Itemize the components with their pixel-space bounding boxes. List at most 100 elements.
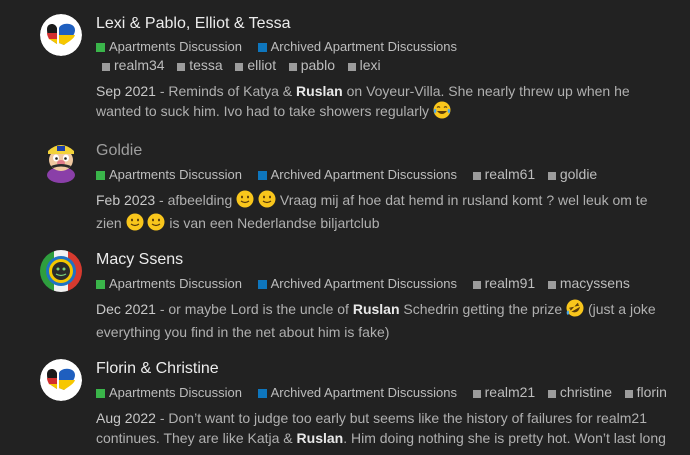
excerpt-text: Schedrin getting the prize xyxy=(399,301,567,317)
laughing-tears-emoji xyxy=(433,101,451,124)
tag-label: realm34 xyxy=(114,57,165,73)
tag-item[interactable]: elliot xyxy=(235,56,276,74)
topic-excerpt[interactable]: Feb 2023 - afbeelding Vraag mij af hoe d… xyxy=(96,190,666,236)
tag-item[interactable]: realm61 xyxy=(472,165,536,183)
post-date: Sep 2021 xyxy=(96,83,156,99)
slight-smile-emoji xyxy=(126,213,144,236)
topic-title[interactable]: Goldie xyxy=(96,141,676,161)
category-label: Apartments Discussion xyxy=(109,39,242,54)
excerpt-separator: - xyxy=(155,83,169,99)
tag-row: realm34 tessa elliot pablo lexi xyxy=(96,56,676,75)
post-date: Feb 2023 xyxy=(96,192,156,208)
category-color-square xyxy=(96,388,105,398)
tag-square xyxy=(347,62,356,71)
avatar[interactable] xyxy=(40,359,82,401)
category-color-square xyxy=(96,170,105,180)
category-color-square xyxy=(257,388,267,398)
category-badge-archived[interactable]: Archived Apartment Discussions xyxy=(257,38,457,56)
category-badge-archived[interactable]: Archived Apartment Discussions xyxy=(257,166,457,184)
topic-excerpt[interactable]: Aug 2022 - Don’t want to judge too early… xyxy=(96,408,666,448)
tag-label: pablo xyxy=(300,57,335,73)
german-ukrainian-flag-heart-icon xyxy=(40,14,82,56)
tag-item[interactable]: tessa xyxy=(177,56,223,74)
tag-square xyxy=(177,62,186,71)
tag-label: realm61 xyxy=(484,166,536,182)
tag-square xyxy=(547,171,556,180)
excerpt-highlight: Ruslan xyxy=(352,301,400,317)
avatar[interactable] xyxy=(40,250,82,292)
topic-title[interactable]: Lexi & Pablo, Elliot & Tessa xyxy=(96,14,676,34)
category-color-square xyxy=(257,42,267,52)
tag-label: lexi xyxy=(359,57,381,73)
excerpt-highlight: Ruslan xyxy=(296,83,343,99)
tag-square xyxy=(472,280,481,289)
tag-item[interactable]: christine xyxy=(547,383,612,401)
tag-square xyxy=(547,280,556,289)
category-badge-apartments[interactable]: Apartments Discussion xyxy=(96,275,242,293)
excerpt-text: Reminds of Katya & xyxy=(168,83,297,99)
tag-item[interactable]: realm34 xyxy=(102,56,165,74)
category-badge-apartments[interactable]: Apartments Discussion xyxy=(96,38,242,56)
category-label: Apartments Discussion xyxy=(109,276,242,291)
category-label: Archived Apartment Discussions xyxy=(270,385,457,400)
category-color-square xyxy=(96,42,105,52)
slight-smile-emoji xyxy=(147,213,165,236)
tag-item[interactable]: realm21 xyxy=(472,383,536,401)
category-badge-archived[interactable]: Archived Apartment Discussions xyxy=(257,275,457,293)
tag-square xyxy=(235,62,244,71)
topic-title[interactable]: Macy Ssens xyxy=(96,250,676,270)
post-date: Dec 2021 xyxy=(96,301,156,317)
category-label: Archived Apartment Discussions xyxy=(270,167,457,182)
excerpt-text: is van een Nederlandse biljartclub xyxy=(165,215,380,231)
tag-label: realm91 xyxy=(484,275,536,291)
excerpt-separator: - xyxy=(155,192,168,208)
topic-excerpt[interactable]: Dec 2021 - or maybe Lord is the uncle of… xyxy=(96,299,666,342)
category-color-square xyxy=(257,279,267,289)
category-row: Apartments Discussion Archived Apartment… xyxy=(96,165,676,184)
tag-item[interactable]: goldie xyxy=(547,165,598,183)
category-label: Apartments Discussion xyxy=(109,167,242,182)
tag-item[interactable]: pablo xyxy=(288,56,335,74)
tag-item[interactable]: florin xyxy=(624,383,667,401)
category-badge-apartments[interactable]: Apartments Discussion xyxy=(96,384,242,402)
topic-excerpt[interactable]: Sep 2021 - Reminds of Katya & Ruslan on … xyxy=(96,81,666,124)
tag-square xyxy=(472,171,481,180)
tag-square xyxy=(624,389,633,398)
category-label: Apartments Discussion xyxy=(109,385,242,400)
tag-square xyxy=(472,389,481,398)
category-row: Apartments Discussion Archived Apartment… xyxy=(96,38,676,56)
slight-smile-emoji xyxy=(258,190,276,213)
tag-label: goldie xyxy=(559,166,598,182)
post-date: Aug 2022 xyxy=(96,410,156,426)
tag-label: macyssens xyxy=(559,275,630,291)
excerpt-text: afbeelding xyxy=(167,192,237,208)
topic-feed: Lexi & Pablo, Elliot & Tessa Apartments … xyxy=(0,0,690,455)
tag-item[interactable]: realm91 xyxy=(472,274,536,292)
category-badge-archived[interactable]: Archived Apartment Discussions xyxy=(257,384,457,402)
tag-item[interactable]: lexi xyxy=(347,56,381,74)
tag-label: tessa xyxy=(189,57,223,73)
category-badge-apartments[interactable]: Apartments Discussion xyxy=(96,166,242,184)
avatar[interactable] xyxy=(40,14,82,56)
tag-square xyxy=(102,62,110,71)
excerpt-text: or maybe Lord is the uncle of xyxy=(168,301,353,317)
german-ukrainian-flag-heart-icon xyxy=(40,359,82,401)
tag-square xyxy=(547,389,556,398)
slight-smile-emoji xyxy=(236,190,254,213)
tag-label: realm21 xyxy=(484,384,536,400)
topic-title[interactable]: Florin & Christine xyxy=(96,359,676,379)
tag-item[interactable]: macyssens xyxy=(547,274,630,292)
tag-label: florin xyxy=(636,384,667,400)
excerpt-text: . Him doing nothing she is pretty hot. W… xyxy=(343,430,666,446)
category-color-square xyxy=(257,170,267,180)
category-label: Archived Apartment Discussions xyxy=(270,276,457,291)
avatar[interactable] xyxy=(40,141,82,183)
excerpt-highlight: Ruslan xyxy=(296,430,344,446)
category-color-square xyxy=(96,279,105,289)
globe-avatar-icon xyxy=(40,250,82,292)
tag-label: elliot xyxy=(247,57,277,73)
category-row: Apartments Discussion Archived Apartment… xyxy=(96,274,676,293)
category-label: Archived Apartment Discussions xyxy=(270,39,457,54)
category-row: Apartments Discussion Archived Apartment… xyxy=(96,383,676,402)
excerpt-separator: - xyxy=(155,410,169,426)
